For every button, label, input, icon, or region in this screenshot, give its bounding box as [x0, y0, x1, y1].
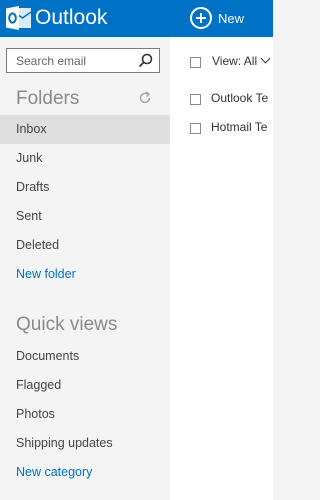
message-row[interactable]: Outlook Te [170, 85, 273, 113]
new-button-label: New [218, 10, 245, 26]
folder-item-sent[interactable]: Sent [0, 202, 170, 231]
message-sender: Outlook Te [211, 91, 269, 105]
plus-circle-icon [190, 7, 212, 29]
sidebar: Folders Inbox Junk Drafts Sent Deleted N… [0, 37, 170, 500]
quick-view-documents[interactable]: Documents [0, 342, 170, 371]
folder-item-inbox[interactable]: Inbox [0, 115, 170, 144]
message-list: View: All Outlook Te Hotmail Te [170, 37, 273, 500]
message-sender: Hotmail Te [211, 120, 268, 134]
search-box [6, 48, 160, 73]
view-filter-label: View: All [212, 54, 258, 68]
top-bar: Outlook New [0, 0, 273, 37]
view-filter-dropdown[interactable]: View: All [212, 53, 271, 68]
folder-item-drafts[interactable]: Drafts [0, 173, 170, 202]
new-folder-link[interactable]: New folder [0, 260, 170, 289]
folder-item-junk[interactable]: Junk [0, 144, 170, 173]
message-row[interactable]: Hotmail Te [170, 114, 273, 142]
app-title: Outlook [35, 6, 108, 29]
quick-view-shipping-updates[interactable]: Shipping updates [0, 429, 170, 458]
refresh-icon[interactable] [138, 91, 152, 105]
quick-view-flagged[interactable]: Flagged [0, 371, 170, 400]
quick-views-heading: Quick views [16, 314, 118, 335]
folders-heading: Folders [16, 88, 80, 109]
chevron-down-icon [260, 53, 271, 64]
new-button[interactable]: New [190, 5, 244, 31]
message-checkbox[interactable] [190, 123, 201, 134]
message-checkbox[interactable] [190, 94, 201, 105]
new-category-link[interactable]: New category [0, 458, 170, 487]
quick-view-photos[interactable]: Photos [0, 400, 170, 429]
search-input[interactable] [7, 49, 141, 72]
folder-item-deleted[interactable]: Deleted [0, 231, 170, 260]
select-all-checkbox[interactable] [190, 57, 201, 68]
search-icon[interactable] [138, 53, 153, 68]
outlook-logo-icon [6, 6, 32, 30]
